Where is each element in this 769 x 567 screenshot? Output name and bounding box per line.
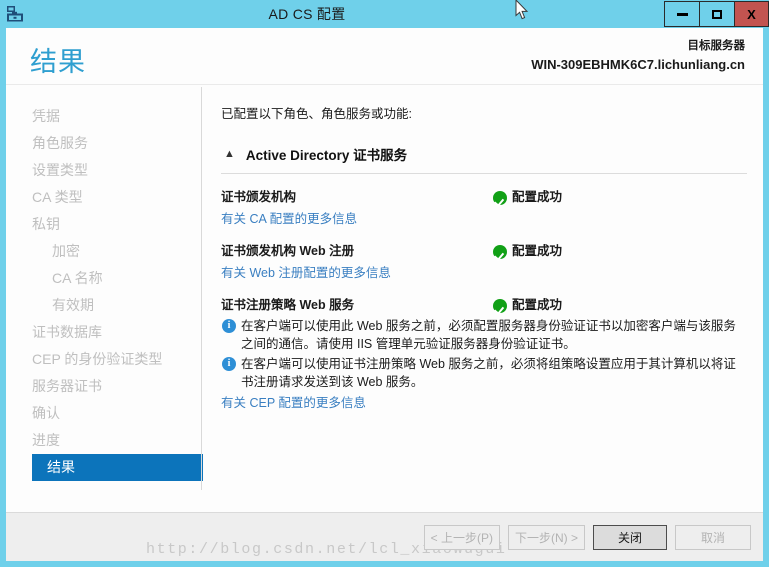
close-icon: X	[747, 7, 756, 22]
role-group-header[interactable]: ▲ Active Directory 证书服务	[221, 144, 747, 164]
sidebar-item-11[interactable]: 确认	[6, 400, 201, 427]
server-manager-icon	[0, 0, 30, 28]
more-info-link[interactable]: 有关 CEP 配置的更多信息	[221, 393, 366, 413]
sidebar-item-10[interactable]: 服务器证书	[6, 373, 201, 400]
target-server-block: 目标服务器 WIN-309EBHMK6C7.lichunliang.cn	[531, 38, 745, 74]
maximize-button[interactable]	[699, 1, 734, 27]
sidebar-item-6[interactable]: CA 名称	[6, 265, 201, 292]
target-server-name: WIN-309EBHMK6C7.lichunliang.cn	[531, 55, 745, 74]
window-title: AD CS 配置	[30, 0, 664, 28]
success-check-icon	[493, 245, 507, 259]
result-title: 证书注册策略 Web 服务	[221, 296, 747, 315]
status-text: 配置成功	[512, 296, 562, 315]
minimize-icon	[677, 13, 688, 16]
success-check-icon	[493, 191, 507, 205]
footer-button-1: 下一步(N) >	[508, 525, 585, 550]
more-info-link[interactable]: 有关 CA 配置的更多信息	[221, 209, 357, 229]
info-note-text: 在客户端可以使用此 Web 服务之前，必须配置服务器身份验证证书以加密客户端与该…	[241, 319, 736, 351]
wizard-header: 结果 目标服务器 WIN-309EBHMK6C7.lichunliang.cn	[6, 28, 763, 85]
role-group-title: Active Directory 证书服务	[246, 144, 407, 164]
maximize-icon	[712, 10, 722, 19]
sidebar-item-2[interactable]: 设置类型	[6, 157, 201, 184]
close-button[interactable]: X	[734, 1, 769, 27]
sidebar-item-13[interactable]: 结果	[32, 454, 203, 481]
success-check-icon	[493, 299, 507, 313]
footer-button-group: < 上一步(P) 下一步(N) > 关闭取消	[424, 525, 751, 550]
sidebar-item-0[interactable]: 凭据	[6, 103, 201, 130]
page-title: 结果	[30, 40, 86, 79]
result-row: 证书注册策略 Web 服务配置成功	[221, 296, 747, 315]
more-info-link[interactable]: 有关 Web 注册配置的更多信息	[221, 263, 391, 283]
title-bar: AD CS 配置 X	[0, 0, 769, 28]
ad-cs-configuration-window: AD CS 配置 X 结果 目标服务器 WIN-309EBHMK6C7.lich…	[0, 0, 769, 567]
info-note: i 在客户端可以使用证书注册策略 Web 服务之前，必须将组策略设置应用于其计算机…	[221, 355, 747, 391]
results-content: 已配置以下角色、角色服务或功能: ▲ Active Directory 证书服务…	[209, 85, 755, 512]
info-note: i 在客户端可以使用此 Web 服务之前，必须配置服务器身份验证证书以加密客户端与…	[221, 317, 747, 353]
status-badge: 配置成功	[493, 188, 562, 207]
info-icon: i	[222, 319, 236, 333]
sidebar-divider	[201, 87, 202, 490]
sidebar-item-9[interactable]: CEP 的身份验证类型	[6, 346, 201, 373]
result-row: 证书颁发机构配置成功	[221, 188, 747, 207]
sidebar-item-3[interactable]: CA 类型	[6, 184, 201, 211]
sidebar-item-4[interactable]: 私钥	[6, 211, 201, 238]
status-text: 配置成功	[512, 188, 562, 207]
result-row: 证书颁发机构 Web 注册配置成功	[221, 242, 747, 261]
sidebar-item-12[interactable]: 进度	[6, 427, 201, 454]
wizard-step-nav: 凭据角色服务设置类型CA 类型私钥加密CA 名称有效期证书数据库CEP 的身份验…	[6, 85, 201, 512]
wizard-body: 凭据角色服务设置类型CA 类型私钥加密CA 名称有效期证书数据库CEP 的身份验…	[6, 85, 763, 512]
info-icon: i	[222, 357, 236, 371]
results-intro: 已配置以下角色、角色服务或功能:	[221, 103, 747, 122]
target-server-label: 目标服务器	[531, 38, 745, 55]
info-note-text: 在客户端可以使用证书注册策略 Web 服务之前，必须将组策略设置应用于其计算机以…	[241, 357, 736, 389]
sidebar-item-5[interactable]: 加密	[6, 238, 201, 265]
chevron-up-icon[interactable]: ▲	[224, 149, 235, 160]
minimize-button[interactable]	[664, 1, 699, 27]
footer-button-3: 取消	[675, 525, 751, 550]
sidebar-item-1[interactable]: 角色服务	[6, 130, 201, 157]
wizard-footer: http://blog.csdn.net/lcl_xiaowugui < 上一步…	[6, 512, 763, 561]
status-text: 配置成功	[512, 242, 562, 261]
footer-button-0: < 上一步(P)	[424, 525, 500, 550]
status-badge: 配置成功	[493, 242, 562, 261]
footer-button-2[interactable]: 关闭	[593, 525, 667, 550]
results-list: 证书颁发机构配置成功有关 CA 配置的更多信息证书颁发机构 Web 注册配置成功…	[221, 188, 747, 426]
sidebar-item-8[interactable]: 证书数据库	[6, 319, 201, 346]
status-badge: 配置成功	[493, 296, 562, 315]
role-group-divider	[221, 173, 747, 174]
result-title: 证书颁发机构 Web 注册	[221, 242, 747, 261]
sidebar-item-7[interactable]: 有效期	[6, 292, 201, 319]
result-title: 证书颁发机构	[221, 188, 747, 207]
